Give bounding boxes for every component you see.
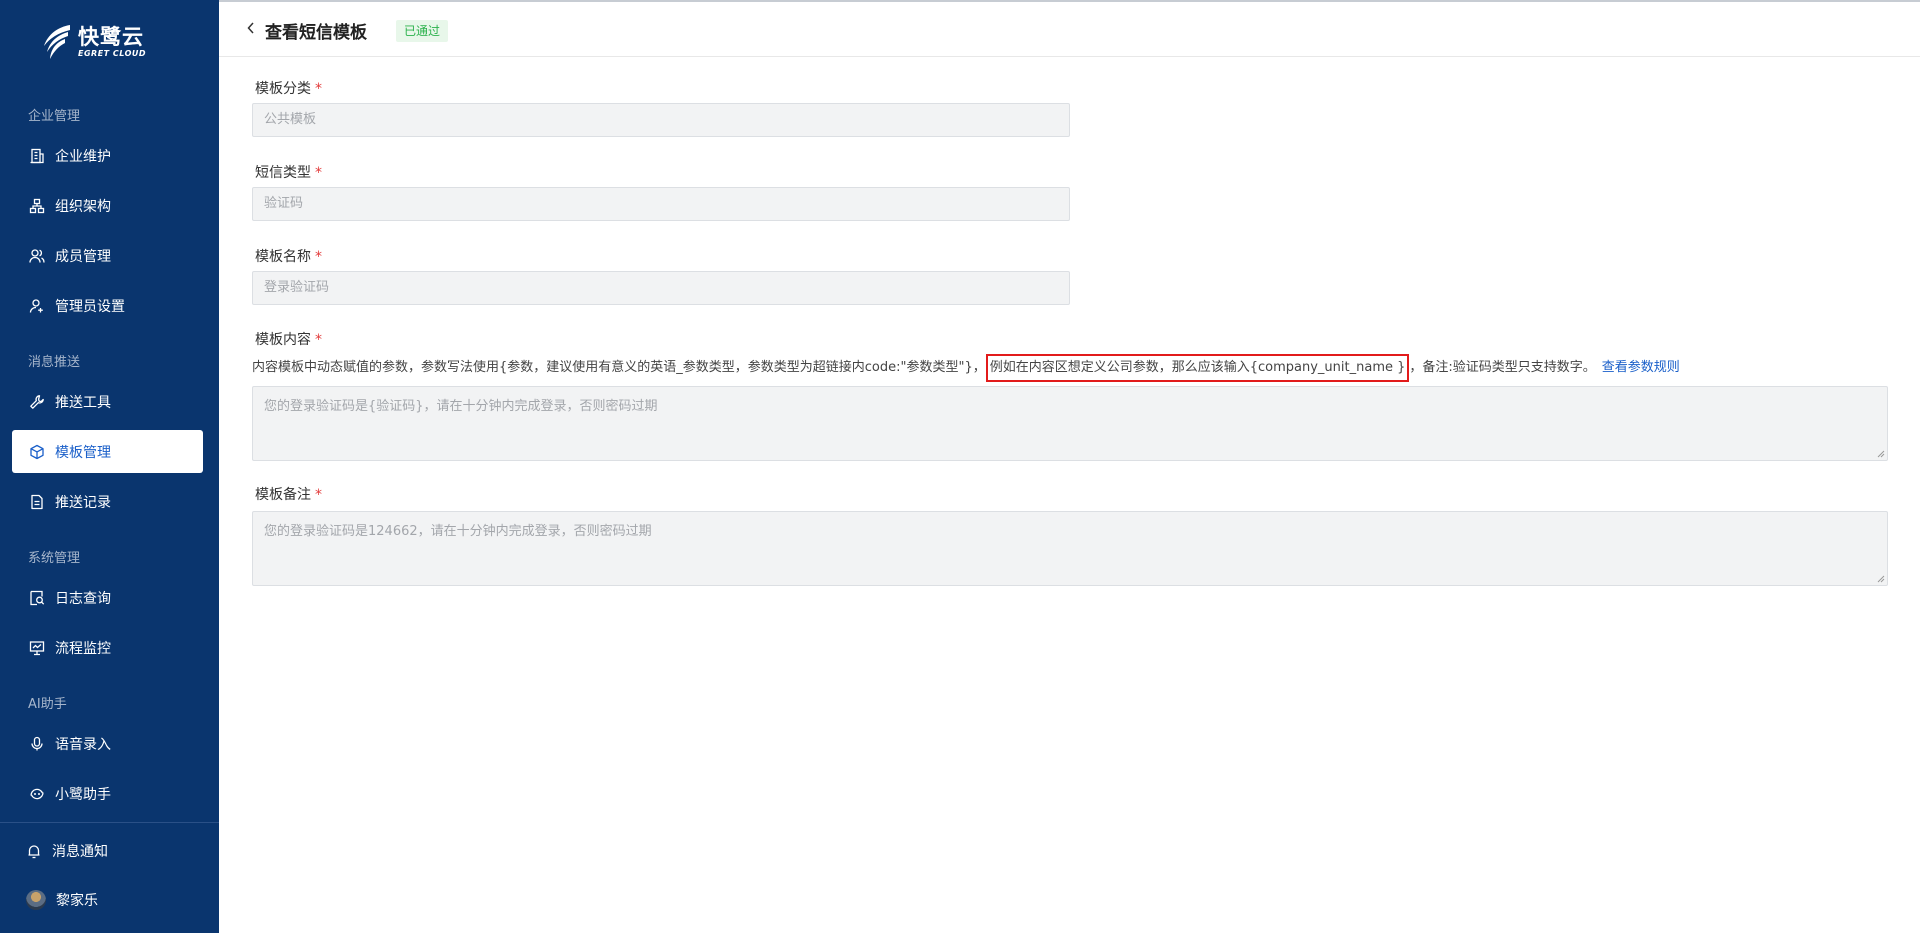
sidebar-item-log-query[interactable]: 日志查询: [12, 576, 203, 619]
monitor-icon: [29, 640, 45, 656]
microphone-icon: [29, 736, 45, 752]
log-search-icon: [29, 590, 45, 606]
template-name-label: 模板名称 *: [255, 249, 322, 265]
required-mark: *: [315, 249, 322, 265]
nav-group-label: AI助手: [28, 697, 67, 712]
page-title: 查看短信模板: [265, 23, 367, 43]
required-mark: *: [315, 81, 322, 97]
resize-handle-icon[interactable]: [1877, 575, 1885, 583]
document-icon: [29, 494, 45, 510]
template-remark-label: 模板备注 *: [255, 487, 322, 503]
required-mark: *: [315, 487, 322, 503]
wrench-icon: [29, 394, 45, 410]
sidebar-item-push-log[interactable]: 推送记录: [12, 480, 203, 523]
sidebar-item-template[interactable]: 模板管理: [12, 430, 203, 473]
required-mark: *: [315, 332, 322, 348]
sidebar-item-label: 组织架构: [55, 198, 111, 215]
users-icon: [29, 248, 45, 264]
chevron-left-icon[interactable]: [245, 21, 257, 35]
sidebar-item-label: 推送记录: [55, 494, 111, 511]
sidebar-item-label: 推送工具: [55, 394, 111, 411]
sidebar-item-label: 管理员设置: [55, 298, 125, 315]
hint-highlight: 例如在内容区想定义公司参数，那么应该输入{company_unit_name }: [985, 354, 1410, 382]
resize-handle-icon[interactable]: [1877, 450, 1885, 458]
sidebar-item-label: 成员管理: [55, 248, 111, 265]
sidebar-item-label: 小鹭助手: [55, 786, 111, 803]
egret-logo-icon: [44, 25, 70, 59]
sidebar-item-label: 语音录入: [55, 736, 111, 753]
template-name-field[interactable]: 登录验证码: [252, 271, 1070, 305]
sidebar-item-flow-monitor[interactable]: 流程监控: [12, 626, 203, 669]
sidebar-item-label: 日志查询: [55, 590, 111, 607]
sidebar-item-assistant[interactable]: 小鹭助手: [12, 772, 203, 815]
template-remark-textarea[interactable]: 您的登录验证码是124662，请在十分钟内完成登录，否则密码过期: [252, 511, 1888, 586]
building-icon: [29, 148, 45, 164]
org-chart-icon: [29, 198, 45, 214]
sidebar-item-admin[interactable]: 管理员设置: [12, 284, 203, 327]
assistant-icon: [29, 786, 45, 802]
nav-group-label: 系统管理: [28, 551, 81, 566]
sidebar-divider: [0, 822, 219, 823]
avatar: [26, 890, 46, 910]
bell-icon: [28, 845, 40, 859]
user-name: 黎家乐: [56, 893, 98, 909]
page-header: 查看短信模板 已通过: [219, 2, 1920, 57]
sidebar: 快鹭云 EGRET CLOUD 企业管理 企业维护 组织架构 成员管理 管理员设…: [0, 0, 219, 933]
sidebar-item-label: 流程监控: [55, 640, 111, 657]
nav-group-label: 消息推送: [28, 355, 81, 370]
sms-type-field[interactable]: 验证码: [252, 187, 1070, 221]
status-badge: 已通过: [396, 20, 449, 42]
sms-type-label: 短信类型 *: [255, 165, 322, 181]
sidebar-item-members[interactable]: 成员管理: [12, 234, 203, 277]
notifications-label: 消息通知: [52, 844, 108, 860]
sidebar-item-push-tool[interactable]: 推送工具: [12, 380, 203, 423]
category-label: 模板分类 *: [255, 81, 322, 97]
sidebar-item-org[interactable]: 组织架构: [12, 184, 203, 227]
sidebar-item-label: 模板管理: [55, 444, 111, 461]
brand-name-en: EGRET CLOUD: [78, 49, 147, 58]
admin-user-icon: [29, 298, 45, 314]
cube-icon: [29, 444, 45, 460]
sidebar-item-voice-input[interactable]: 语音录入: [12, 722, 203, 765]
template-content-label: 模板内容 *: [255, 332, 322, 348]
category-field[interactable]: 公共模板: [252, 103, 1070, 137]
sidebar-item-label: 企业维护: [55, 148, 111, 165]
user-profile[interactable]: 黎家乐: [26, 890, 98, 910]
template-content-textarea[interactable]: 您的登录验证码是{验证码}，请在十分钟内完成登录，否则密码过期: [252, 386, 1888, 461]
nav-group-label: 企业管理: [28, 109, 81, 124]
param-rules-link[interactable]: 查看参数规则: [1602, 360, 1680, 375]
brand-name: 快鹭云: [78, 25, 144, 49]
sidebar-item-enterprise[interactable]: 企业维护: [12, 134, 203, 177]
content-hint: 内容模板中动态赋值的参数，参数写法使用{参数，建议使用有意义的英语_参数类型，参…: [252, 354, 1680, 382]
notifications-button[interactable]: 消息通知: [26, 841, 108, 861]
logo[interactable]: 快鹭云 EGRET CLOUD: [40, 20, 180, 64]
required-mark: *: [315, 165, 322, 181]
